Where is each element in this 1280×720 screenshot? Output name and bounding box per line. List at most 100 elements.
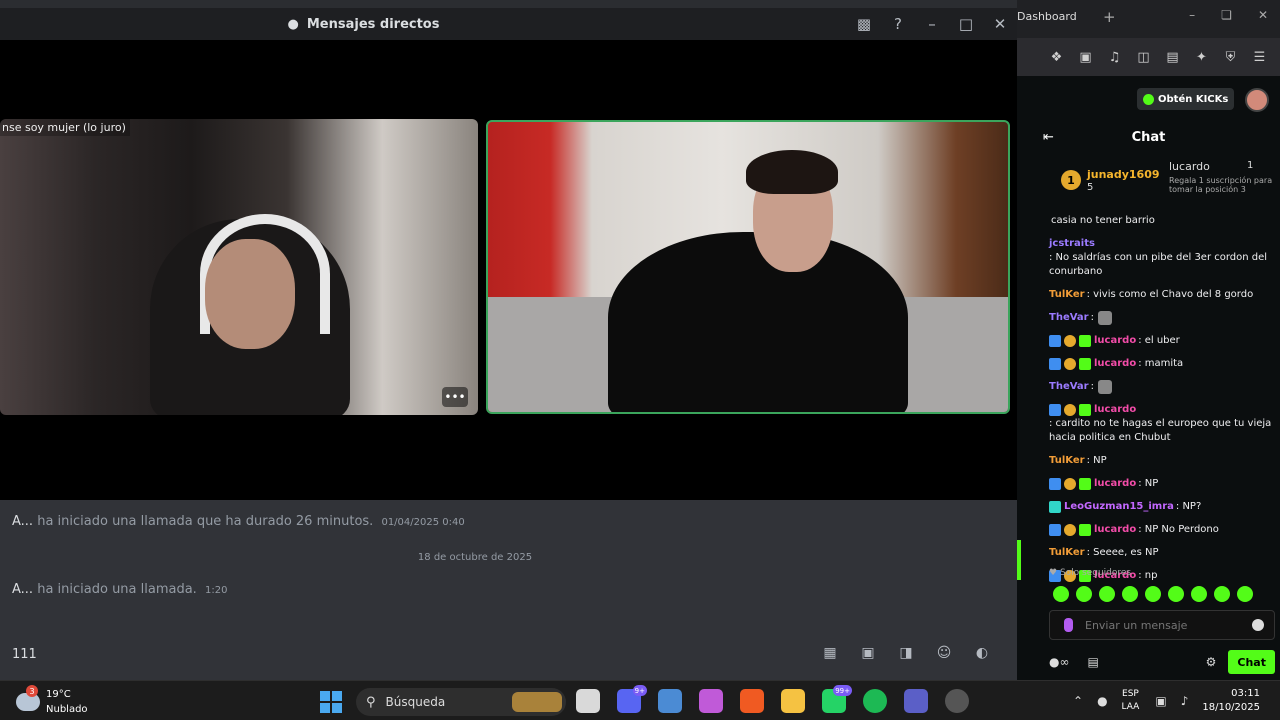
brave-icon[interactable] (740, 689, 764, 713)
gift-description: Regala 1 suscripción para tomar la posic… (1169, 176, 1273, 194)
emote-icon[interactable] (1191, 586, 1207, 602)
taskbar-search[interactable]: ⚲ Búsqueda (356, 688, 566, 716)
gift-icon[interactable]: ▦ (819, 642, 841, 664)
background-strip (0, 0, 1017, 8)
help-icon[interactable]: ? (881, 8, 915, 40)
weather-text: 19°C Nublado (46, 687, 88, 717)
followers-only-label: Solo seguidores (1059, 568, 1132, 578)
maximize-button[interactable]: □ (949, 8, 983, 40)
video-tile-left[interactable]: nse soy mujer (lo juro) ••• (0, 119, 478, 415)
message-user[interactable]: A... (12, 582, 33, 597)
window-title-text: Mensajes directos (306, 16, 440, 32)
close-button[interactable]: ✕ (1258, 8, 1268, 22)
shield-icon[interactable]: ⛨ (1221, 48, 1240, 67)
obs-icon[interactable] (945, 689, 969, 713)
chat-username[interactable]: TheVar (1049, 380, 1089, 394)
get-kicks-button[interactable]: Obtén KICKs (1137, 88, 1235, 110)
whatsapp-icon[interactable]: 99+ (822, 685, 852, 713)
minimize-button[interactable]: – (1189, 8, 1195, 22)
restore-button[interactable]: ❏ (1221, 8, 1232, 22)
chat-username[interactable]: lucardo (1094, 357, 1136, 371)
top-gifter-name[interactable]: junady1609 (1087, 168, 1160, 181)
browser-tab[interactable]: Dashboard (1017, 10, 1077, 23)
chat-input[interactable] (1085, 618, 1252, 632)
menu-icon[interactable]: ☰ (1250, 48, 1269, 67)
inbox-icon[interactable]: ▩ (847, 8, 881, 40)
wallet-icon[interactable]: ▤ (1163, 48, 1182, 67)
chat-text: : NP (1138, 478, 1159, 489)
emote-icon[interactable] (1168, 586, 1184, 602)
composer-input-value[interactable]: 111 (12, 647, 37, 662)
chat-input-box[interactable] (1049, 610, 1275, 640)
chat-username[interactable]: lucardo (1094, 477, 1136, 491)
copilot-icon[interactable] (699, 689, 723, 713)
chat-username[interactable]: LeoGuzman15_imra (1064, 500, 1174, 514)
teams-icon[interactable] (904, 689, 928, 713)
chat-username[interactable]: TulKer (1049, 546, 1085, 560)
chat-username[interactable]: TulKer (1049, 454, 1085, 468)
message-timestamp: 01/04/2025 0:40 (381, 517, 465, 528)
gif-icon[interactable]: ▣ (857, 642, 879, 664)
chat-badge-icon (1079, 404, 1091, 416)
taskbar-apps: 9+ 99+ (576, 685, 969, 713)
new-tab-button[interactable]: + (1103, 8, 1116, 26)
whatsapp-badge: 99+ (833, 685, 852, 696)
discord-app-icon[interactable]: 9+ (617, 685, 647, 713)
chat-text: : vivis como el Chavo del 8 gordo (1086, 289, 1254, 300)
kick-chat-panel: ⇤ Chat 1 junady1609 5 lucardo 1 Regala 1… (1017, 122, 1280, 680)
video-tile-right[interactable] (486, 120, 1010, 414)
emote-icon[interactable] (1122, 586, 1138, 602)
chat-username[interactable]: TulKer (1049, 288, 1085, 302)
file-explorer-window-icon[interactable] (576, 689, 600, 713)
sidebar-icon[interactable]: ◫ (1134, 48, 1153, 67)
close-button[interactable]: ✕ (983, 8, 1017, 40)
language-indicator[interactable]: ESP LAA (1122, 688, 1140, 714)
music-icon[interactable]: ♫ (1105, 48, 1124, 67)
emote-icon[interactable] (1214, 586, 1230, 602)
minimize-button[interactable]: – (915, 8, 949, 40)
ai-icon[interactable]: ✦ (1192, 48, 1211, 67)
activities-icon[interactable]: ◐ (971, 642, 993, 664)
sticker-icon[interactable]: ◨ (895, 642, 917, 664)
rewards-icon[interactable]: ●∞ (1049, 655, 1069, 669)
folder-icon[interactable] (781, 689, 805, 713)
avatar[interactable] (1245, 88, 1269, 112)
chat-badge-icon (1064, 478, 1076, 490)
app-icon[interactable] (658, 689, 682, 713)
chevron-up-icon[interactable]: ⌃ (1073, 694, 1083, 708)
chat-username[interactable]: TheVar (1049, 311, 1089, 325)
chat-message: casia no tener barrio (1049, 214, 1277, 228)
chat-badge-icon (1064, 358, 1076, 370)
discord-window: ● Mensajes directos ▩ ? – □ ✕ nse soy mu… (0, 0, 1017, 680)
chat-message: lucardo: NP No Perdono (1049, 523, 1277, 537)
emote-icon[interactable] (1099, 586, 1115, 602)
gear-icon[interactable]: ⚙ (1206, 655, 1217, 669)
volume-icon[interactable]: ♪ (1181, 694, 1189, 708)
extensions-icon[interactable]: ❖ (1047, 48, 1066, 67)
clock[interactable]: 03:11 18/10/2025 (1202, 687, 1260, 715)
message-user[interactable]: A... (12, 514, 33, 529)
network-icon[interactable]: ▣ (1155, 694, 1166, 708)
gifter-name[interactable]: lucardo (1169, 160, 1210, 173)
emote-icon[interactable] (1076, 586, 1092, 602)
emoji-icon[interactable]: ☺ (933, 642, 955, 664)
emote-icon[interactable] (1237, 586, 1253, 602)
chat-badge-icon (1064, 335, 1076, 347)
mic-icon[interactable] (1064, 618, 1073, 632)
emote-icon[interactable] (1053, 586, 1069, 602)
weather-widget[interactable]: 3 19°C Nublado (16, 685, 88, 717)
message-composer[interactable]: 111 ▦ ▣ ◨ ☺ ◐ (0, 628, 1017, 680)
store-icon[interactable]: ▤ (1087, 655, 1098, 669)
emoji-picker-icon[interactable] (1252, 619, 1264, 631)
microphone-icon[interactable]: ● (1097, 694, 1107, 708)
screenshot-icon[interactable]: ▣ (1076, 48, 1095, 67)
emote-icon[interactable] (1145, 586, 1161, 602)
chat-username[interactable]: lucardo (1094, 523, 1136, 537)
chat-username[interactable]: lucardo (1094, 403, 1136, 417)
chat-username[interactable]: jcstraits (1049, 237, 1095, 251)
chat-username[interactable]: lucardo (1094, 334, 1136, 348)
tile-more-button[interactable]: ••• (442, 387, 468, 407)
send-chat-button[interactable]: Chat (1228, 650, 1275, 674)
spotify-icon[interactable] (863, 689, 887, 713)
start-button[interactable] (320, 691, 342, 713)
